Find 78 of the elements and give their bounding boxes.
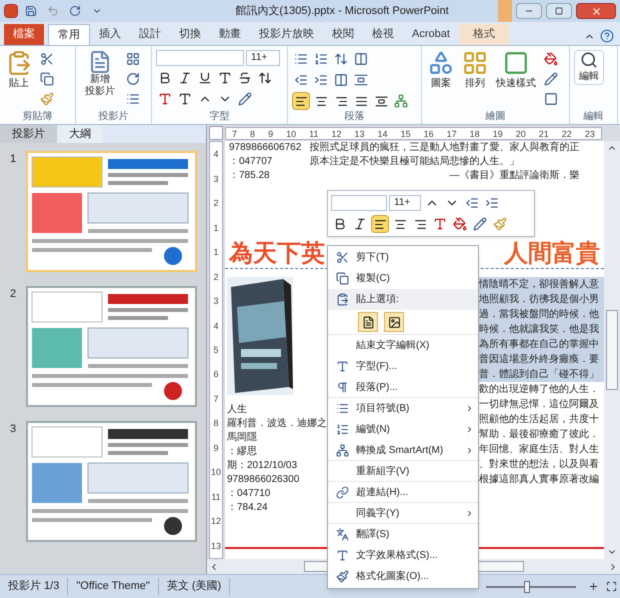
article-text: 時候．他就讓我笑．他是我 xyxy=(479,322,604,337)
group-label: 投影片 xyxy=(98,110,130,124)
quote-text: —《書目》重點評論衛斯．樂 xyxy=(449,169,580,183)
ruler-number: 15 xyxy=(400,128,411,138)
ruler-number: 9 xyxy=(268,128,274,138)
ruler-number: 3 xyxy=(213,174,218,184)
ruler-number: 3 xyxy=(213,296,218,306)
ruler-number: 21 xyxy=(538,128,549,138)
article-text: 一切肆無忌憚．這位阿爾及 xyxy=(479,398,600,412)
article-text: 歡的出現逆轉了他的人生． xyxy=(479,382,600,397)
ruler-number: 5 xyxy=(213,344,218,355)
ruler-number: 22 xyxy=(562,128,572,138)
book-detail-text: 期：2012/10/03 xyxy=(227,459,298,473)
article-text: 根據這部真人實事原著改編 xyxy=(479,472,600,487)
article-text: 年回憶、家庭生活、對人生 xyxy=(479,442,600,457)
menu-section-heading: 貼上選項: xyxy=(328,289,478,310)
book-detail-text: ：784.24 xyxy=(227,501,268,515)
ruler-number: 9 xyxy=(213,442,218,453)
ruler-number: 13 xyxy=(354,128,365,138)
ruler-number: 19 xyxy=(492,128,503,138)
book-detail-text: 9789866606762 xyxy=(229,141,302,155)
ruler-number: 6 xyxy=(213,369,218,380)
book-detail-text: ：047710 xyxy=(227,487,270,501)
group-label: 段落 xyxy=(344,110,366,124)
book-detail-text: 馬岡隱 xyxy=(227,431,257,445)
ruler-number: 17 xyxy=(446,128,457,138)
ruler-number: 14 xyxy=(378,128,388,138)
slide-number: 2 xyxy=(10,287,18,302)
status-text: "Office Theme" xyxy=(68,578,159,595)
book-detail-text: ：繆思 xyxy=(227,445,257,459)
ruler-number: 2 xyxy=(213,272,218,282)
article-text: 情陰晴不定，卻很善解人意 xyxy=(479,277,604,292)
ruler-number: 10 xyxy=(286,128,296,138)
ruler-number: 10 xyxy=(210,467,221,478)
slide-number: 3 xyxy=(10,422,18,437)
ruler-number: 8 xyxy=(213,418,218,428)
ruler-number: 1 xyxy=(213,247,218,258)
ruler-number: 23 xyxy=(584,128,595,138)
article-text: 幫助．最後卻療癒了彼此． xyxy=(479,428,600,442)
article-text: 地照顧我．彷彿我是個小男 xyxy=(479,292,604,307)
ruler-number: 8 xyxy=(250,128,256,138)
ruler-number: 4 xyxy=(213,320,218,331)
ruler-number: 7 xyxy=(232,128,238,138)
group-label: 編輯 xyxy=(582,110,604,124)
slide-title: 為天下英 xyxy=(229,240,325,268)
book-detail-text: 羅利普．波迭．迪娜之 xyxy=(227,417,327,431)
group-label: 剪貼簿 xyxy=(22,110,54,124)
ruler-number: 13 xyxy=(210,540,221,551)
book-detail-text: 人生 xyxy=(227,403,247,417)
book-detail-text: 9789866026300 xyxy=(227,473,300,487)
quote-text: 原本注定是不快樂且極可能結局悲慘的人生。」 xyxy=(309,155,520,169)
slide-title: 人間富貴 xyxy=(504,240,600,268)
article-text: 普因這場意外終身癱瘓．要 xyxy=(479,352,604,367)
ruler-number: 12 xyxy=(331,128,342,138)
ruler-number: 18 xyxy=(470,128,480,138)
book-detail-text: ：785.28 xyxy=(229,169,271,183)
status-text: 英文 (美國) xyxy=(158,578,230,595)
group-label: 字型 xyxy=(208,110,230,124)
window-title: 館訊內文(1305).pptx - Microsoft PowerPoint xyxy=(234,4,449,19)
ruler-number: 16 xyxy=(424,128,434,138)
ruler-number: 20 xyxy=(516,128,526,138)
article-text: 為所有事都在自己的掌握中 xyxy=(479,337,604,352)
ruler-number: 7 xyxy=(213,394,218,404)
quote-text: 按照式足球員的瘋狂，三是動人地對畫了愛、家人與教育的正 xyxy=(309,141,580,155)
ruler-number: 1 xyxy=(213,222,218,233)
article-text: 過．當我被盤問的時候．他 xyxy=(479,307,604,322)
article-text: 照顧他的生活起居，共度十 xyxy=(479,412,600,427)
slide-number: 1 xyxy=(10,152,18,167)
ruler-number: 4 xyxy=(213,149,218,160)
book-detail-text: ：047707 xyxy=(229,155,274,169)
group-label: 繪圖 xyxy=(484,110,506,124)
ruler-number: 12 xyxy=(210,516,221,526)
ruler-number: 11 xyxy=(309,128,318,138)
ruler-number: 2 xyxy=(213,198,218,208)
article-text: 、對來世的想法，以及與看 xyxy=(479,458,600,472)
article-text: 普．體認到自己「碰不得」 xyxy=(479,367,604,382)
ruler-number: 11 xyxy=(211,492,221,502)
status-text: 投影片 1/3 xyxy=(0,578,68,595)
